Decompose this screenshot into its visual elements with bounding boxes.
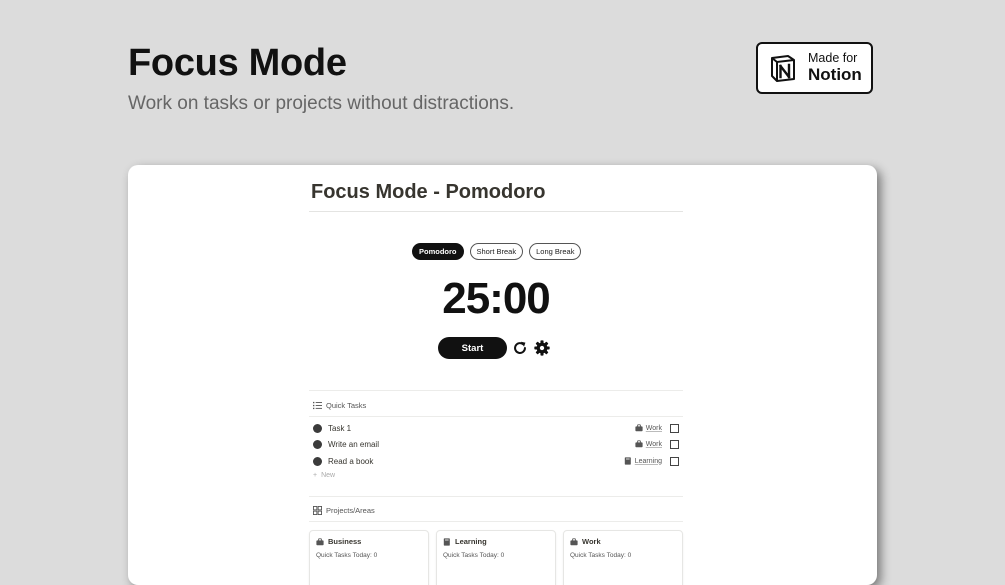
task-checkbox[interactable] <box>670 423 679 433</box>
timer-mode-tabs: Pomodoro Short Break Long Break <box>412 243 582 260</box>
task-row[interactable]: Read a book Learning <box>313 454 679 468</box>
section-divider <box>309 416 683 417</box>
task-row[interactable]: Write an email Work <box>313 437 679 451</box>
task-tag-label: Learning <box>634 457 662 465</box>
project-card-work[interactable]: Work Quick Tasks Today: 0 <box>563 530 683 585</box>
hero-title: Focus Mode <box>128 42 347 84</box>
section-divider <box>309 496 683 497</box>
refresh-icon[interactable] <box>511 339 529 357</box>
made-for-notion-badge: Made for Notion <box>756 42 873 94</box>
status-dot <box>313 439 322 449</box>
list-icon <box>313 401 322 410</box>
project-task-count: Quick Tasks Today: 0 <box>316 552 378 559</box>
book-icon <box>443 537 450 546</box>
project-name: Learning <box>455 537 487 546</box>
timer-display: 25:00 <box>442 274 551 323</box>
title-divider <box>309 211 683 212</box>
gallery-icon <box>313 506 322 515</box>
task-tag-label: Work <box>645 440 662 448</box>
new-task-label: New <box>321 472 336 479</box>
project-name: Business <box>328 537 362 546</box>
project-task-count: Quick Tasks Today: 0 <box>570 552 632 559</box>
task-tag[interactable]: Work <box>635 424 662 432</box>
new-task-button[interactable]: + New <box>313 472 335 479</box>
task-tag-label: Work <box>645 424 662 432</box>
section-divider <box>309 390 683 391</box>
projects-heading: Projects/Areas <box>313 506 375 515</box>
page-title: Focus Mode - Pomodoro <box>311 181 546 203</box>
gear-icon[interactable] <box>533 339 551 357</box>
quick-tasks-heading: Quick Tasks <box>313 401 366 410</box>
notion-logo-icon <box>771 55 795 82</box>
briefcase-icon <box>635 424 643 432</box>
project-card-learning[interactable]: Learning Quick Tasks Today: 0 <box>436 530 556 585</box>
project-name: Work <box>582 537 601 546</box>
hero-subtitle: Work on tasks or projects without distra… <box>128 93 515 114</box>
quick-tasks-title: Quick Tasks <box>326 401 367 410</box>
briefcase-icon <box>570 537 578 545</box>
tab-pomodoro[interactable]: Pomodoro <box>412 243 464 260</box>
task-tag[interactable]: Learning <box>624 457 662 465</box>
briefcase-icon <box>316 537 324 545</box>
status-dot <box>313 456 322 466</box>
task-checkbox[interactable] <box>670 456 679 466</box>
briefcase-icon <box>635 440 643 448</box>
project-task-count: Quick Tasks Today: 0 <box>443 552 505 559</box>
task-name[interactable]: Write an email <box>328 440 635 449</box>
task-checkbox[interactable] <box>670 439 679 449</box>
project-card-business[interactable]: Business Quick Tasks Today: 0 <box>309 530 429 585</box>
status-dot <box>313 423 322 433</box>
task-name[interactable]: Task 1 <box>328 424 635 433</box>
tab-short-break[interactable]: Short Break <box>469 243 524 260</box>
task-name[interactable]: Read a book <box>328 457 624 466</box>
book-icon <box>624 457 631 465</box>
badge-line-1: Made for <box>808 50 858 65</box>
start-button[interactable]: Start <box>438 337 507 359</box>
plus-icon: + <box>313 472 318 479</box>
projects-title: Projects/Areas <box>326 506 375 515</box>
timer-controls: Start <box>438 337 551 359</box>
notion-page-card: Focus Mode - Pomodoro Pomodoro Short Bre… <box>128 165 877 585</box>
badge-line-2: Notion <box>808 64 862 84</box>
section-divider <box>309 521 683 522</box>
task-tag[interactable]: Work <box>635 440 662 448</box>
task-row[interactable]: Task 1 Work <box>313 421 679 435</box>
tab-long-break[interactable]: Long Break <box>529 243 582 260</box>
